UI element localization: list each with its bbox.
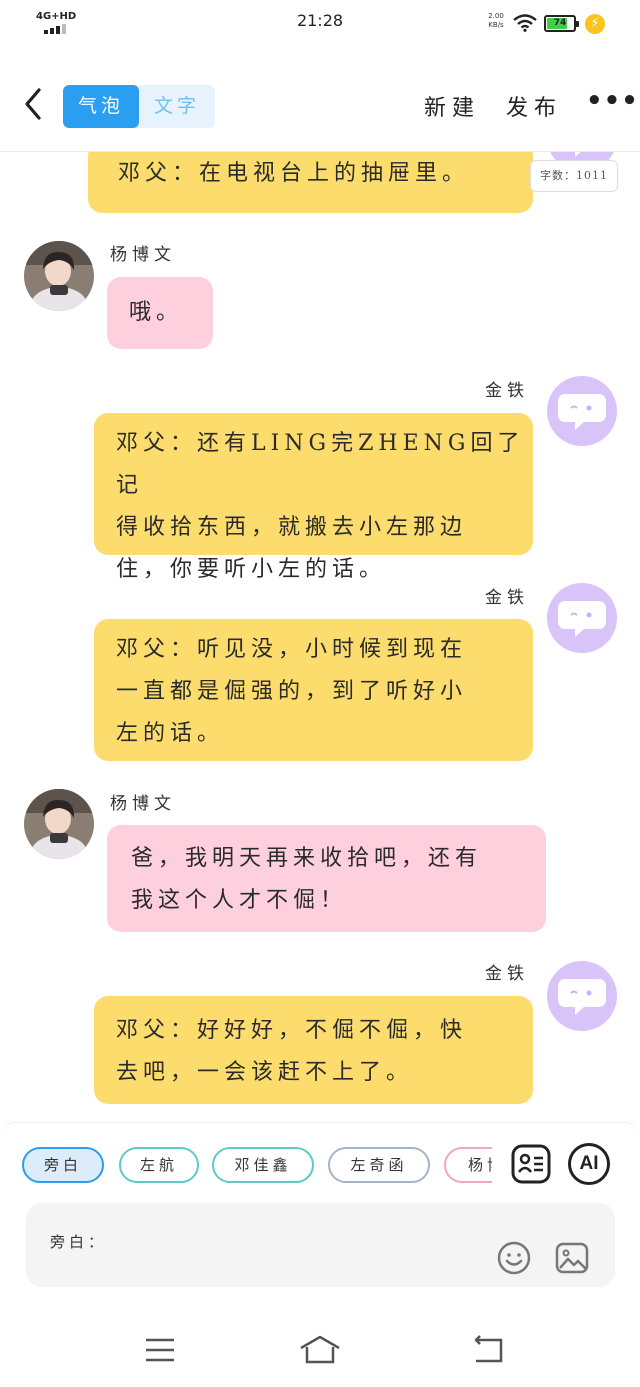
user-avatar[interactable] (24, 789, 94, 859)
speed-unit: KB/s (488, 21, 504, 29)
chat-bubble-icon (558, 601, 606, 637)
home-icon[interactable] (298, 1334, 342, 1366)
new-button[interactable]: 新建 (424, 90, 480, 122)
message-line: 爸，我明天再来收拾吧，还有 (131, 846, 483, 871)
message-line: 哦。 (129, 300, 184, 325)
message-line: 邓父：听见没，小时候到现在 (116, 637, 468, 662)
message-line: 得收拾东西，就搬去小左那边 (116, 515, 468, 540)
mode-switch: 气泡 文字 (63, 85, 215, 128)
input-speaker-label: 旁白： (50, 1233, 108, 1251)
message-input[interactable]: 旁白： (26, 1203, 615, 1287)
word-count-badge: 字数：1011 (530, 160, 618, 192)
ai-label: AI (579, 1153, 599, 1174)
speaker-name: 金铁 (485, 381, 529, 401)
chip-deng-jiaxin[interactable]: 邓佳鑫 (212, 1147, 314, 1183)
tab-bubble[interactable]: 气泡 (63, 85, 139, 128)
chip-zuo-hang[interactable]: 左航 (119, 1147, 199, 1183)
battery-level: 74 (553, 18, 567, 28)
message-bubble[interactable]: 爸，我明天再来收拾吧，还有 我这个人才不倔！ (107, 825, 546, 932)
charging-icon: ⚡ (585, 14, 605, 34)
emoji-icon[interactable] (496, 1240, 532, 1276)
top-header: 气泡 文字 新建 发布 ••• (0, 62, 640, 152)
wifi-icon (513, 14, 537, 32)
avatar-photo-icon (24, 241, 94, 311)
message-line: 一直都是倔强的，到了听好小 (116, 679, 468, 704)
message-line: 邓父：在电视台上的抽屉里。 (118, 161, 470, 186)
speaker-name: 金铁 (485, 588, 529, 608)
speaker-chips: 旁白 左航 邓佳鑫 左奇函 杨博文 (22, 1145, 492, 1185)
menu-icon[interactable] (140, 1334, 180, 1366)
back-nav-icon[interactable] (468, 1334, 508, 1366)
avatar-photo-icon (24, 789, 94, 859)
back-button[interactable] (18, 84, 48, 124)
publish-button[interactable]: 发布 (506, 90, 562, 122)
speaker-name: 杨博文 (110, 245, 176, 265)
character-card-icon[interactable] (510, 1143, 552, 1185)
more-menu-button[interactable]: ••• (586, 86, 639, 116)
bot-avatar[interactable] (547, 961, 617, 1031)
message-line: 住，你要听小左的话。 (116, 557, 387, 582)
user-avatar[interactable] (24, 241, 94, 311)
message-line: 邓父：好好好，不倔不倔，快 (116, 1018, 468, 1043)
chip-zuo-qihan[interactable]: 左奇函 (328, 1147, 430, 1183)
ai-button[interactable]: AI (568, 1143, 610, 1185)
speed-value: 2.00 (488, 12, 504, 20)
message-bubble[interactable]: 邓父：听见没，小时候到现在 一直都是倔强的，到了听好小 左的话。 (94, 619, 533, 761)
tab-text[interactable]: 文字 (139, 85, 215, 128)
composer-panel: 旁白 左航 邓佳鑫 左奇函 杨博文 AI 旁白： (0, 1122, 640, 1312)
chat-area[interactable]: 邓父：在电视台上的抽屉里。 字数：1011 杨博文 哦。 金铁 邓父：还有LIN… (0, 152, 640, 1122)
chip-narration[interactable]: 旁白 (22, 1147, 104, 1183)
message-bubble[interactable]: 邓父：还有LING完ZHENG回了记 得收拾东西，就搬去小左那边 住，你要听小左… (94, 413, 533, 582)
speaker-name: 金铁 (485, 964, 529, 984)
battery-icon: 74 (544, 15, 579, 32)
chat-bubble-icon (558, 394, 606, 430)
chat-bubble-icon (558, 979, 606, 1015)
status-bar: 4G+HD 21:28 2.00 KB/s 74 ⚡ (0, 0, 640, 48)
chip-yang-bowen[interactable]: 杨博文 (444, 1147, 492, 1183)
message-bubble[interactable]: 哦。 (107, 277, 213, 349)
message-bubble[interactable]: 邓父：好好好，不倔不倔，快 去吧，一会该赶不上了。 (94, 996, 533, 1104)
speaker-name: 杨博文 (110, 794, 176, 814)
message-line: 我这个人才不倔！ (131, 888, 348, 913)
bot-avatar[interactable] (547, 376, 617, 446)
message-line: 左的话。 (116, 721, 225, 746)
system-navbar (0, 1312, 640, 1387)
message-line: 邓父：还有LING完ZHENG回了记 (116, 431, 525, 498)
message-line: 去吧，一会该赶不上了。 (116, 1060, 414, 1085)
bot-avatar[interactable] (547, 583, 617, 653)
network-speed: 2.00 KB/s (486, 12, 506, 30)
image-icon[interactable] (554, 1240, 590, 1276)
message-bubble[interactable]: 邓父：在电视台上的抽屉里。 (88, 152, 533, 213)
